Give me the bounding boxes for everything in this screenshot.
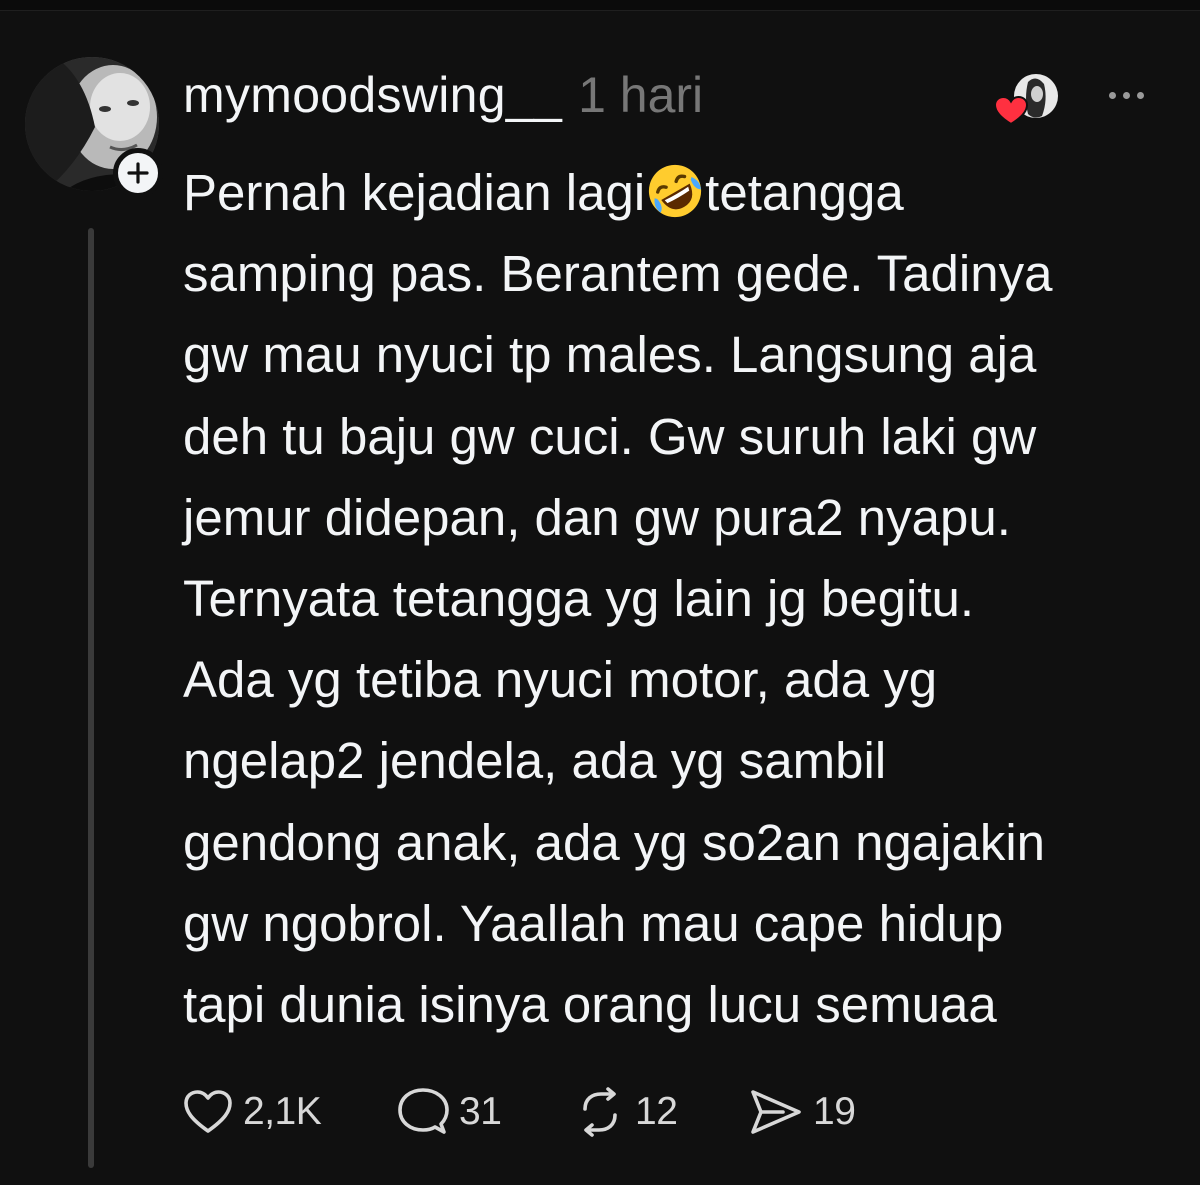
post-text-line: gw ngobrol. Yaallah mau cape hidup [183, 894, 1004, 952]
post-text-segment: Pernah kejadian lagi [183, 164, 646, 221]
top-divider [0, 0, 1200, 11]
post-body: Pernah kejadian lagi tetangga samping pa… [183, 152, 1183, 1045]
post-text-line: Ternyata tetangga yg lain jg begitu. [183, 570, 975, 628]
post-text-line: gw mau nyuci tp males. Langsung aja [183, 326, 1037, 384]
post-text-line: Ada yg tetiba nyuci motor, ada yg [183, 651, 938, 709]
rolling-on-the-floor-laughing-emoji [649, 164, 702, 218]
share-button[interactable]: 19 [749, 1088, 869, 1136]
heart-badge-icon [994, 96, 1028, 126]
timestamp: 1 hari [578, 67, 704, 123]
ellipsis-dot [1108, 91, 1116, 99]
post-text-line: samping pas. Berantem gede. Tadinya [183, 245, 1053, 303]
like-button[interactable]: 2,1K [183, 1089, 397, 1135]
post-text-line: jemur didepan, dan gw pura2 nyapu. [183, 488, 1011, 546]
send-icon [751, 1090, 801, 1134]
repost-button[interactable]: 12 [575, 1087, 749, 1137]
post-actions: 2,1K 31 12 19 [183, 1084, 869, 1140]
post-text-segment: tetangga [705, 164, 904, 221]
thread-line [88, 228, 94, 1168]
speech-bubble-icon [398, 1088, 449, 1134]
post-text-line: Pernah kejadian lagi tetangga [183, 152, 1183, 233]
reply-count: 31 [459, 1090, 502, 1133]
post-text-line: gendong anak, ada yg so2an ngajakin [183, 813, 1046, 871]
follow-button[interactable] [113, 148, 163, 198]
like-count: 2,1K [243, 1090, 322, 1133]
repost-arrows-icon [583, 1087, 617, 1137]
post-text-line: ngelap2 jendela, ada yg sambil [183, 732, 887, 790]
heart-icon [184, 1090, 232, 1133]
share-count: 19 [813, 1090, 856, 1133]
post-text-line: tapi dunia isinya orang lucu semuaa [183, 976, 997, 1034]
ellipsis-dot [1136, 91, 1144, 99]
plus-icon [127, 162, 149, 184]
more-options-button[interactable] [1098, 80, 1154, 110]
username[interactable]: mymoodswing__ [183, 66, 562, 124]
post-text-line: deh tu baju gw cuci. Gw suruh laki gw [183, 407, 1037, 465]
liked-by-indicator[interactable] [994, 70, 1064, 130]
ellipsis-dot [1122, 91, 1130, 99]
repost-count: 12 [635, 1090, 678, 1133]
reply-button[interactable]: 31 [397, 1087, 575, 1137]
post-header: mymoodswing__ 1 hari [183, 66, 703, 130]
